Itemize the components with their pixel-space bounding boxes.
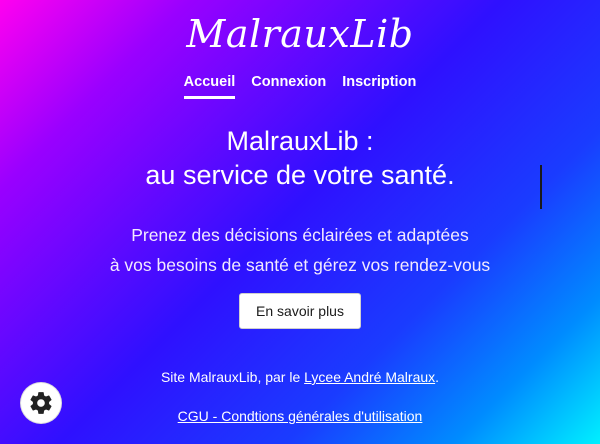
hero-subtitle-line1: Prenez des décisions éclairées et adapté… (131, 225, 469, 245)
hero-title: MalrauxLib : au service de votre santé. (0, 124, 600, 192)
gear-icon (30, 392, 52, 414)
nav-connexion[interactable]: Connexion (251, 74, 326, 99)
main-nav: Accueil Connexion Inscription (0, 74, 600, 99)
nav-inscription[interactable]: Inscription (342, 74, 416, 99)
site-credit: Site MalrauxLib, par le Lycee André Malr… (0, 369, 600, 385)
hero-subtitle: Prenez des décisions éclairées et adapté… (0, 220, 600, 280)
site-logo: MalrauxLib (186, 12, 414, 56)
hero-title-line2: au service de votre santé. (145, 160, 455, 190)
hero-title-line1: MalrauxLib : (226, 126, 374, 156)
settings-button[interactable] (21, 383, 61, 423)
school-link[interactable]: Lycee André Malraux (304, 369, 435, 385)
cgu-link[interactable]: CGU - Condtions générales d'utilisation (178, 408, 423, 424)
hero-subtitle-line2: à vos besoins de santé et gérez vos rend… (109, 255, 491, 275)
site-credit-prefix: Site MalrauxLib, par le (160, 369, 305, 385)
learn-more-button[interactable]: En savoir plus (239, 293, 361, 329)
text-cursor (540, 165, 542, 209)
cgu-line: CGU - Condtions générales d'utilisation (0, 408, 600, 424)
site-credit-suffix: . (435, 369, 440, 385)
nav-accueil[interactable]: Accueil (183, 74, 236, 99)
